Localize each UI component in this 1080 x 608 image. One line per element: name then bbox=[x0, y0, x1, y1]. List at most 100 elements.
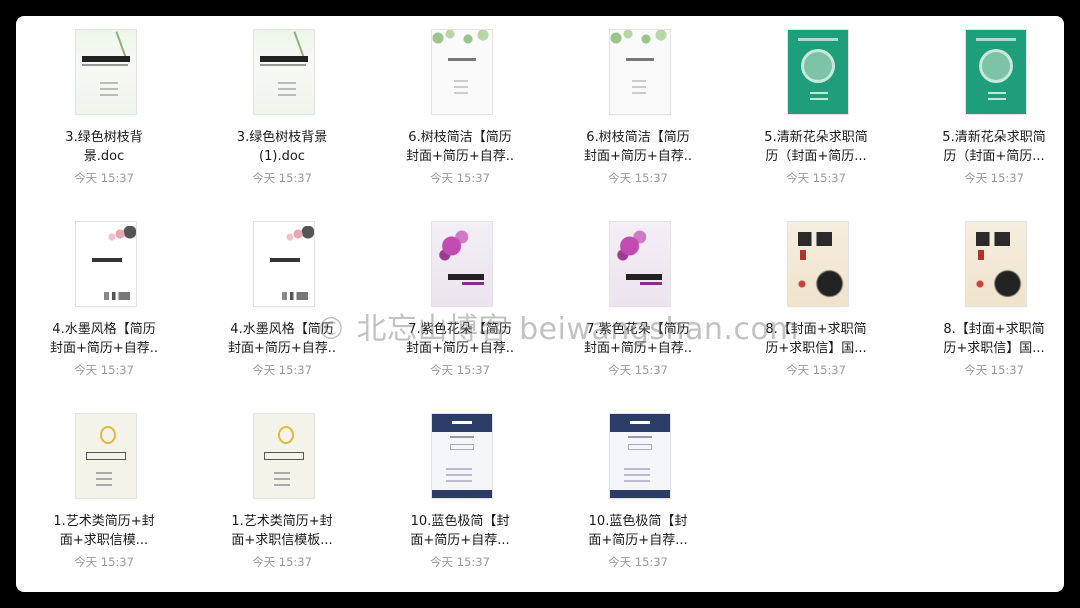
file-item[interactable]: 1.艺术类简历+封 面+求职信模板... 今天 15:37 bbox=[194, 400, 370, 570]
file-thumbnail[interactable] bbox=[232, 222, 328, 306]
file-item[interactable]: 7.紫色花朵【简历 封面+简历+自荐.. 今天 15:37 bbox=[550, 208, 726, 378]
file-thumbnail[interactable] bbox=[410, 30, 506, 114]
file-name[interactable]: 3.绿色树枝背 景.doc bbox=[24, 128, 184, 166]
file-modified-time: 今天 15:37 bbox=[252, 363, 312, 377]
file-item[interactable]: 6.树枝简洁【简历 封面+简历+自荐.. 今天 15:37 bbox=[372, 16, 548, 186]
document-preview-icon bbox=[432, 30, 492, 114]
file-thumbnail[interactable] bbox=[588, 30, 684, 114]
file-name-line2: 景.doc bbox=[83, 149, 125, 164]
file-name[interactable]: 6.树枝简洁【简历 封面+简历+自荐.. bbox=[380, 128, 540, 166]
file-name[interactable]: 10.蓝色极简【封 面+简历+自荐... bbox=[380, 512, 540, 550]
file-item[interactable]: 4.水墨风格【简历 封面+简历+自荐.. 今天 15:37 bbox=[16, 208, 192, 378]
file-modified-time: 今天 15:37 bbox=[608, 363, 668, 377]
file-name-line2: 面+简历+自荐... bbox=[410, 533, 510, 548]
file-name[interactable]: 3.绿色树枝背景 (1).doc bbox=[202, 128, 362, 166]
file-item[interactable]: 1.艺术类简历+封 面+求职信模... 今天 15:37 bbox=[16, 400, 192, 570]
file-modified-time: 今天 15:37 bbox=[786, 363, 846, 377]
file-item[interactable]: 3.绿色树枝背 景.doc 今天 15:37 bbox=[16, 16, 192, 186]
file-modified-time: 今天 15:37 bbox=[964, 171, 1024, 185]
file-name-line1: 10.蓝色极简【封 bbox=[588, 514, 688, 529]
file-name-line1: 1.艺术类简历+封 bbox=[53, 514, 155, 529]
file-thumbnail[interactable] bbox=[54, 30, 150, 114]
file-modified-time: 今天 15:37 bbox=[252, 555, 312, 569]
file-item[interactable]: 5.清新花朵求职简 历（封面+简历... 今天 15:37 bbox=[906, 16, 1064, 186]
file-browser-window: 3.绿色树枝背 景.doc 今天 15:37 3.绿色树枝背景 (1).doc 今天 15… bbox=[16, 16, 1064, 592]
document-preview-icon bbox=[966, 222, 1026, 306]
file-name[interactable]: 1.艺术类简历+封 面+求职信模板... bbox=[202, 512, 362, 550]
file-name-line1: 1.艺术类简历+封 bbox=[231, 514, 333, 529]
file-name[interactable]: 1.艺术类简历+封 面+求职信模... bbox=[24, 512, 184, 550]
file-modified-time: 今天 15:37 bbox=[608, 171, 668, 185]
file-modified-time: 今天 15:37 bbox=[608, 555, 668, 569]
file-item[interactable]: 3.绿色树枝背景 (1).doc 今天 15:37 bbox=[194, 16, 370, 186]
document-preview-icon bbox=[610, 414, 670, 498]
document-preview-icon bbox=[254, 222, 314, 306]
file-name-line1: 6.树枝简洁【简历 bbox=[408, 130, 512, 145]
file-item[interactable]: 7.紫色花朵【简历 封面+简历+自荐.. 今天 15:37 bbox=[372, 208, 548, 378]
file-name[interactable]: 4.水墨风格【简历 封面+简历+自荐.. bbox=[24, 320, 184, 358]
file-name-line2: 封面+简历+自荐.. bbox=[405, 149, 515, 164]
document-preview-icon bbox=[788, 222, 848, 306]
file-name-line1: 5.清新花朵求职简 bbox=[942, 130, 1046, 145]
file-name[interactable]: 5.清新花朵求职简 历（封面+简历... bbox=[914, 128, 1064, 166]
file-thumbnail[interactable] bbox=[588, 222, 684, 306]
file-thumbnail[interactable] bbox=[410, 222, 506, 306]
document-preview-icon bbox=[788, 30, 848, 114]
document-preview-icon bbox=[76, 222, 136, 306]
document-preview-icon bbox=[76, 414, 136, 498]
file-name-line2: 历+求职信】国... bbox=[943, 341, 1045, 356]
file-name-line1: 6.树枝简洁【简历 bbox=[586, 130, 690, 145]
document-preview-icon bbox=[610, 222, 670, 306]
file-name[interactable]: 6.树枝简洁【简历 封面+简历+自荐.. bbox=[558, 128, 718, 166]
file-name-line2: 历（封面+简历... bbox=[943, 149, 1045, 164]
file-thumbnail[interactable] bbox=[766, 30, 862, 114]
file-modified-time: 今天 15:37 bbox=[430, 171, 490, 185]
file-modified-time: 今天 15:37 bbox=[786, 171, 846, 185]
file-thumbnail[interactable] bbox=[944, 222, 1040, 306]
file-name-line2: (1).doc bbox=[259, 149, 305, 164]
file-modified-time: 今天 15:37 bbox=[74, 363, 134, 377]
file-name-line2: 历（封面+简历... bbox=[765, 149, 867, 164]
file-name[interactable]: 5.清新花朵求职简 历（封面+简历... bbox=[736, 128, 896, 166]
file-modified-time: 今天 15:37 bbox=[252, 171, 312, 185]
file-item[interactable]: 8.【封面+求职简 历+求职信】国... 今天 15:37 bbox=[906, 208, 1064, 378]
file-name-line2: 面+简历+自荐... bbox=[588, 533, 688, 548]
file-modified-time: 今天 15:37 bbox=[964, 363, 1024, 377]
file-name-line1: 10.蓝色极简【封 bbox=[410, 514, 510, 529]
file-modified-time: 今天 15:37 bbox=[74, 171, 134, 185]
watermark: © 北忘山博客 beiwangshan.com bbox=[316, 312, 800, 347]
file-item[interactable]: 10.蓝色极简【封 面+简历+自荐... 今天 15:37 bbox=[550, 400, 726, 570]
document-preview-icon bbox=[432, 222, 492, 306]
file-name-line1: 3.绿色树枝背 bbox=[65, 130, 143, 145]
file-thumbnail[interactable] bbox=[588, 414, 684, 498]
file-item[interactable]: 5.清新花朵求职简 历（封面+简历... 今天 15:37 bbox=[728, 16, 904, 186]
document-preview-icon bbox=[966, 30, 1026, 114]
file-name-line1: 3.绿色树枝背景 bbox=[236, 130, 328, 145]
document-preview-icon bbox=[254, 414, 314, 498]
file-name-line2: 封面+简历+自荐.. bbox=[49, 341, 159, 356]
file-thumbnail[interactable] bbox=[232, 414, 328, 498]
file-name-line2: 面+求职信模板... bbox=[231, 533, 333, 548]
file-thumbnail[interactable] bbox=[54, 414, 150, 498]
file-item[interactable]: 8.【封面+求职简 历+求职信】国... 今天 15:37 bbox=[728, 208, 904, 378]
document-preview-icon bbox=[76, 30, 136, 114]
file-item[interactable]: 10.蓝色极简【封 面+简历+自荐... 今天 15:37 bbox=[372, 400, 548, 570]
file-modified-time: 今天 15:37 bbox=[74, 555, 134, 569]
file-name-line1: 4.水墨风格【简历 bbox=[52, 322, 156, 337]
file-name-line1: 5.清新花朵求职简 bbox=[764, 130, 868, 145]
file-thumbnail[interactable] bbox=[54, 222, 150, 306]
file-thumbnail[interactable] bbox=[232, 30, 328, 114]
file-modified-time: 今天 15:37 bbox=[430, 363, 490, 377]
file-item[interactable]: 4.水墨风格【简历 封面+简历+自荐.. 今天 15:37 bbox=[194, 208, 370, 378]
file-modified-time: 今天 15:37 bbox=[430, 555, 490, 569]
file-name-line1: 8.【封面+求职简 bbox=[943, 322, 1045, 337]
file-thumbnail[interactable] bbox=[410, 414, 506, 498]
file-thumbnail[interactable] bbox=[766, 222, 862, 306]
file-item[interactable]: 6.树枝简洁【简历 封面+简历+自荐.. 今天 15:37 bbox=[550, 16, 726, 186]
document-preview-icon bbox=[432, 414, 492, 498]
file-thumbnail[interactable] bbox=[944, 30, 1040, 114]
file-name-line2: 封面+简历+自荐.. bbox=[583, 149, 693, 164]
document-preview-icon bbox=[610, 30, 670, 114]
file-name[interactable]: 8.【封面+求职简 历+求职信】国... bbox=[914, 320, 1064, 358]
file-name[interactable]: 10.蓝色极简【封 面+简历+自荐... bbox=[558, 512, 718, 550]
